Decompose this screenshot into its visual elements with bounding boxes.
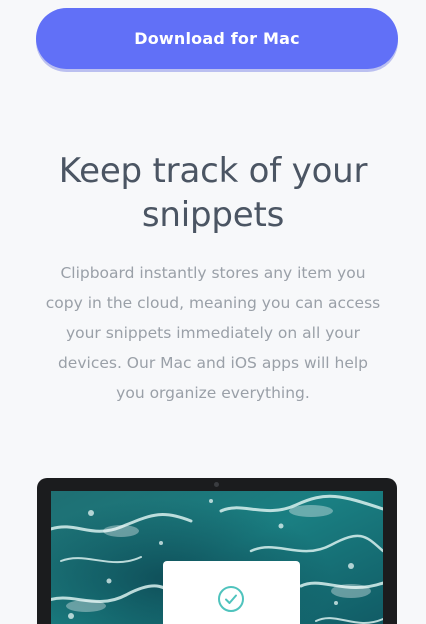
- device-screen-image: [51, 491, 383, 624]
- device-mockup: [37, 478, 397, 624]
- section-headline: Keep track of your snippets: [58, 151, 368, 235]
- device-app-card: [163, 561, 300, 624]
- download-for-mac-button[interactable]: Download for Mac: [36, 8, 398, 69]
- page: Download for Mac Keep track of your snip…: [0, 0, 426, 624]
- device-camera: [214, 482, 219, 487]
- check-circle-icon: [218, 586, 244, 612]
- section-description: Clipboard instantly stores any item you …: [45, 264, 381, 402]
